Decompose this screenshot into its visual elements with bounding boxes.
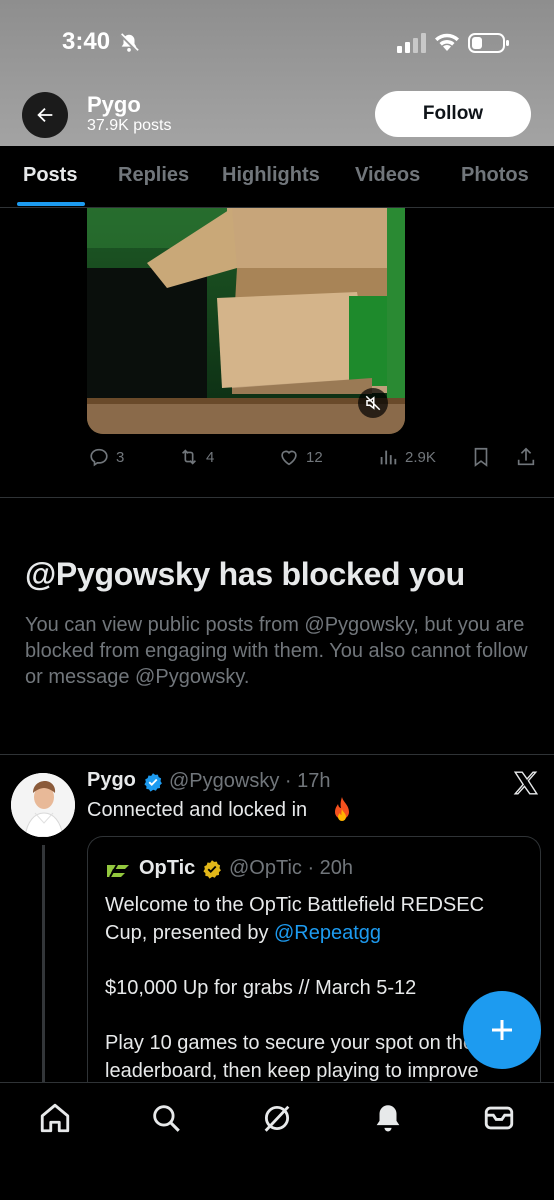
post-count: 37.9K posts <box>87 117 172 134</box>
x-logo-icon[interactable] <box>513 770 539 796</box>
reply-icon <box>90 448 108 467</box>
post-action-bar: 3 4 12 2.9K <box>0 446 554 474</box>
messages-icon[interactable] <box>482 1101 516 1135</box>
reply-action[interactable]: 3 <box>88 446 124 468</box>
follow-button[interactable]: Follow <box>375 91 531 137</box>
avatar[interactable] <box>11 773 75 837</box>
tab-replies[interactable]: Replies <box>118 164 189 187</box>
quoted-text: Welcome to the OpTic Battlefield REDSEC … <box>105 891 525 1085</box>
quoted-text-line: $10,000 Up for grabs // March 5-12 <box>105 977 417 999</box>
status-bar: 3:40 <box>0 26 554 60</box>
tweet-text: Connected and locked in <box>87 799 308 821</box>
view-count: 2.9K <box>405 448 436 466</box>
tab-highlights[interactable]: Highlights <box>222 164 320 187</box>
tab-posts[interactable]: Posts <box>23 164 77 187</box>
share-action[interactable] <box>515 446 537 468</box>
mention-link[interactable]: @Repeatgg <box>274 922 381 944</box>
like-count: 12 <box>306 448 323 466</box>
back-button[interactable] <box>22 92 68 138</box>
home-icon[interactable] <box>38 1101 72 1135</box>
mute-button[interactable] <box>358 388 388 418</box>
mute-icon <box>365 395 381 411</box>
grok-icon[interactable] <box>260 1101 294 1135</box>
views-action[interactable]: 2.9K <box>377 446 436 468</box>
tweet-handle-time[interactable]: @Pygowsky · 17h <box>169 770 330 793</box>
profile-tabs: Posts Replies Highlights Videos Photos <box>0 146 554 208</box>
bottom-navigation <box>0 1082 554 1200</box>
active-tab-indicator <box>17 202 85 206</box>
share-icon <box>517 447 535 466</box>
wifi-icon <box>435 33 459 51</box>
notifications-icon[interactable] <box>371 1101 405 1135</box>
back-arrow-icon <box>37 107 53 123</box>
divider <box>0 497 554 498</box>
bookmark-action[interactable] <box>470 446 492 468</box>
profile-name: Pygo <box>87 92 141 117</box>
like-action[interactable]: 12 <box>278 446 323 468</box>
bell-off-icon <box>119 33 139 53</box>
blocked-message: You can view public posts from @Pygowsky… <box>25 614 528 688</box>
search-icon[interactable] <box>149 1101 183 1135</box>
compose-button[interactable] <box>463 991 541 1069</box>
optic-logo-icon <box>107 862 129 878</box>
verified-icon <box>203 860 221 879</box>
status-time: 3:40 <box>62 28 111 55</box>
plus-icon <box>492 1020 512 1040</box>
avatar-image <box>11 773 75 837</box>
battery-icon <box>468 33 509 53</box>
repost-count: 4 <box>206 448 215 466</box>
quoted-handle-time: @OpTic · 20h <box>229 857 354 879</box>
views-icon <box>380 450 397 465</box>
fire-icon <box>335 797 349 821</box>
bookmark-icon <box>474 447 488 467</box>
divider <box>0 754 554 755</box>
repost-icon <box>181 449 197 465</box>
thread-line <box>42 845 45 1083</box>
quoted-text-line: Play 10 games to secure your spot on the… <box>105 1032 479 1082</box>
repost-action[interactable]: 4 <box>178 446 214 468</box>
blocked-title: @Pygowsky has blocked you <box>25 556 465 592</box>
tweet-author-name[interactable]: Pygo <box>87 769 136 792</box>
signal-icon <box>397 33 426 53</box>
quoted-author-name: OpTic <box>139 857 196 879</box>
tab-photos[interactable]: Photos <box>461 164 529 187</box>
verified-icon <box>144 773 162 792</box>
tab-videos[interactable]: Videos <box>355 164 420 187</box>
reply-count: 3 <box>116 448 125 466</box>
like-icon <box>281 450 297 466</box>
